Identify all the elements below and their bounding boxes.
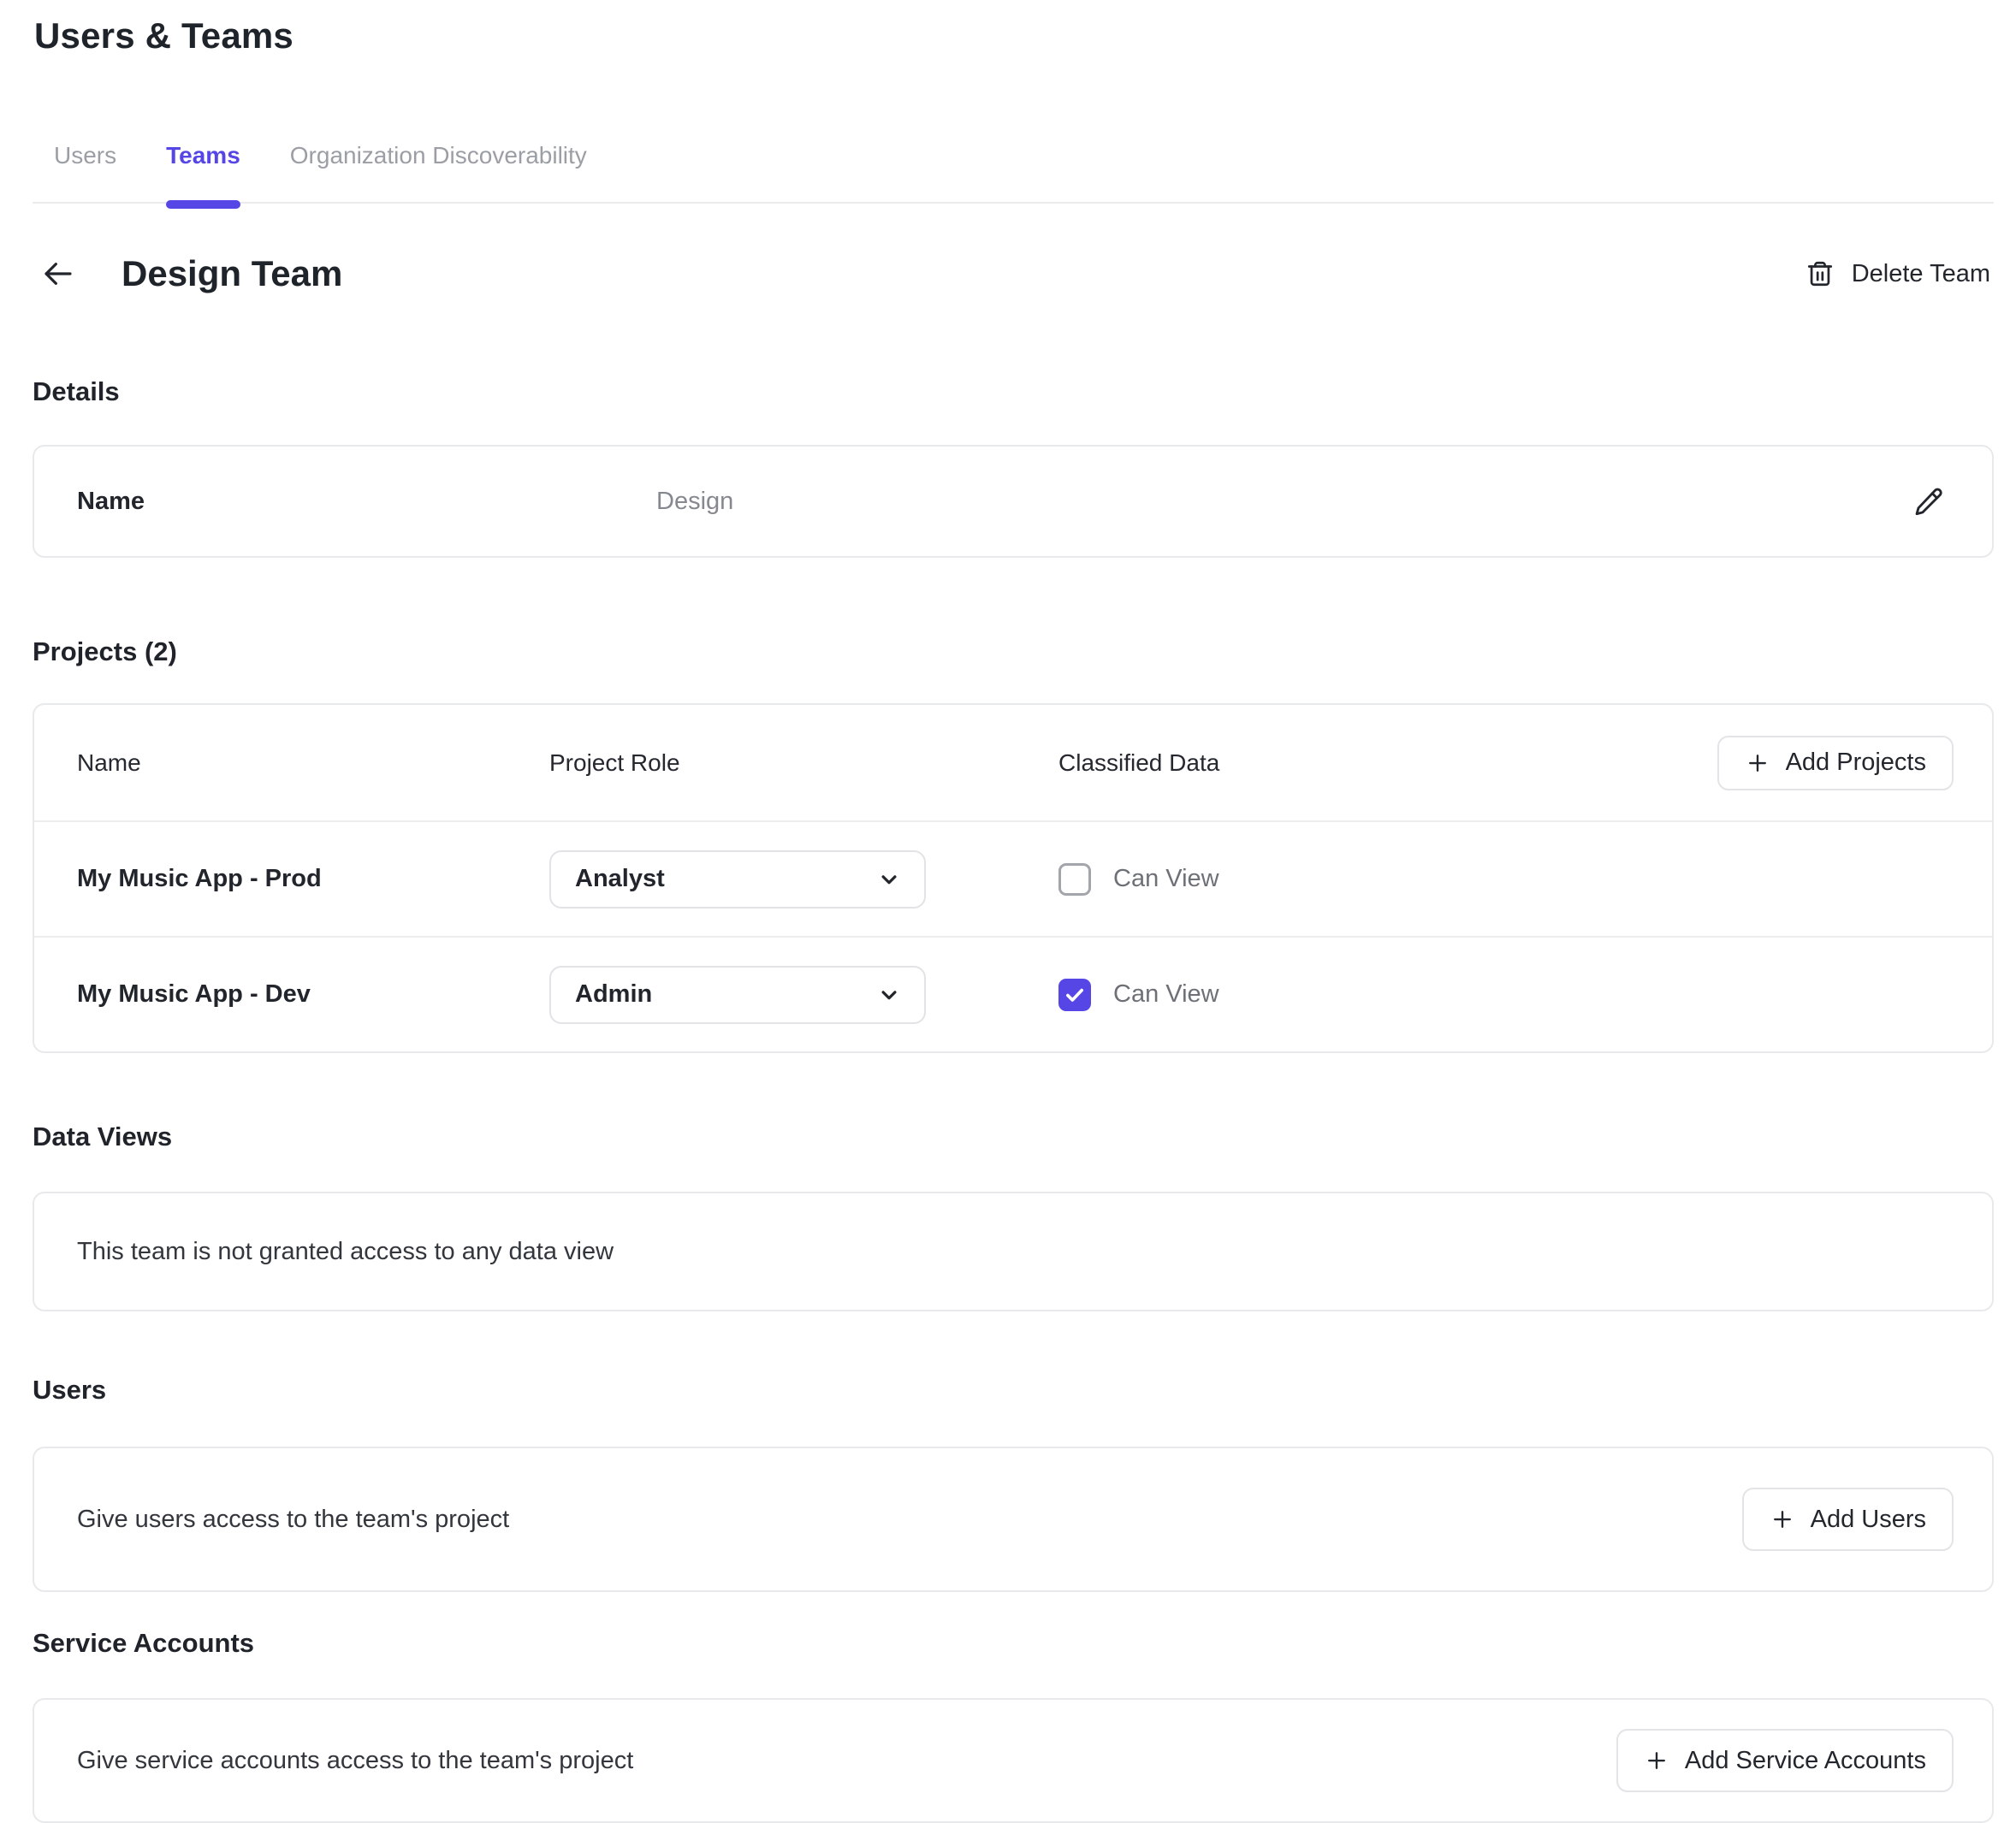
project-role-select[interactable]: Analyst	[549, 850, 926, 909]
add-users-label: Add Users	[1811, 1506, 1926, 1534]
team-header: Design Team Delete Team	[33, 253, 1994, 294]
chevron-down-icon	[876, 867, 902, 892]
name-label: Name	[77, 488, 656, 516]
add-service-accounts-label: Add Service Accounts	[1685, 1747, 1926, 1775]
page-title: Users & Teams	[34, 15, 1994, 56]
trash-icon	[1806, 259, 1835, 288]
column-header-classified-data: Classified Data	[1058, 749, 1717, 777]
plus-icon	[1745, 750, 1770, 776]
project-role-cell: Analyst	[549, 850, 1058, 909]
service-accounts-empty-text: Give service accounts access to the team…	[77, 1747, 633, 1775]
project-role-select[interactable]: Admin	[549, 966, 926, 1024]
users-heading: Users	[33, 1375, 1994, 1406]
edit-name-button[interactable]	[1910, 482, 1948, 520]
project-name: My Music App - Dev	[77, 980, 549, 1009]
service-accounts-card: Give service accounts access to the team…	[33, 1698, 1994, 1823]
column-header-project-role: Project Role	[549, 749, 1058, 777]
tab-users[interactable]: Users	[54, 142, 116, 169]
column-header-name: Name	[77, 749, 549, 777]
projects-heading: Projects (2)	[33, 636, 1994, 667]
can-view-checkbox[interactable]	[1058, 979, 1091, 1011]
project-role-value: Admin	[575, 980, 652, 1009]
data-views-empty-text: This team is not granted access to any d…	[77, 1238, 614, 1266]
tab-bar: Users Teams Organization Discoverability	[33, 142, 1994, 204]
plus-icon	[1770, 1506, 1795, 1532]
add-users-button[interactable]: Add Users	[1742, 1488, 1954, 1551]
plus-icon	[1644, 1748, 1669, 1773]
users-card: Give users access to the team's project …	[33, 1447, 1994, 1592]
can-view-label: Can View	[1113, 980, 1219, 1009]
team-title: Design Team	[122, 253, 342, 294]
back-button[interactable]	[39, 255, 77, 293]
project-role-cell: Admin	[549, 966, 1058, 1024]
project-name: My Music App - Prod	[77, 865, 549, 893]
projects-table: Name Project Role Classified Data Add Pr…	[33, 703, 1994, 1053]
add-projects-button[interactable]: Add Projects	[1717, 736, 1954, 790]
data-views-heading: Data Views	[33, 1122, 1994, 1152]
table-row: My Music App - Prod Analyst Can View	[34, 820, 1992, 936]
checkmark-icon	[1064, 984, 1086, 1006]
details-card: Name Design	[33, 445, 1994, 558]
delete-team-label: Delete Team	[1852, 260, 1990, 288]
add-projects-label: Add Projects	[1786, 749, 1926, 777]
chevron-down-icon	[876, 982, 902, 1008]
classified-data-cell: Can View	[1058, 979, 1954, 1011]
data-views-card: This team is not granted access to any d…	[33, 1192, 1994, 1311]
project-role-value: Analyst	[575, 865, 665, 893]
details-heading: Details	[33, 376, 1994, 407]
add-service-accounts-button[interactable]: Add Service Accounts	[1616, 1729, 1954, 1792]
can-view-label: Can View	[1113, 865, 1219, 893]
can-view-checkbox[interactable]	[1058, 863, 1091, 896]
classified-data-cell: Can View	[1058, 863, 1954, 896]
projects-header-row: Name Project Role Classified Data Add Pr…	[34, 705, 1992, 820]
delete-team-button[interactable]: Delete Team	[1806, 259, 1990, 288]
table-row: My Music App - Dev Admin Can View	[34, 936, 1992, 1051]
users-empty-text: Give users access to the team's project	[77, 1506, 509, 1534]
tab-organization-discoverability[interactable]: Organization Discoverability	[290, 142, 587, 169]
pencil-icon	[1913, 486, 1944, 517]
name-value: Design	[656, 488, 1910, 516]
back-arrow-icon	[40, 256, 76, 292]
users-teams-page: Users & Teams Users Teams Organization D…	[0, 0, 2016, 1823]
tab-teams[interactable]: Teams	[166, 142, 240, 169]
service-accounts-heading: Service Accounts	[33, 1628, 1994, 1659]
